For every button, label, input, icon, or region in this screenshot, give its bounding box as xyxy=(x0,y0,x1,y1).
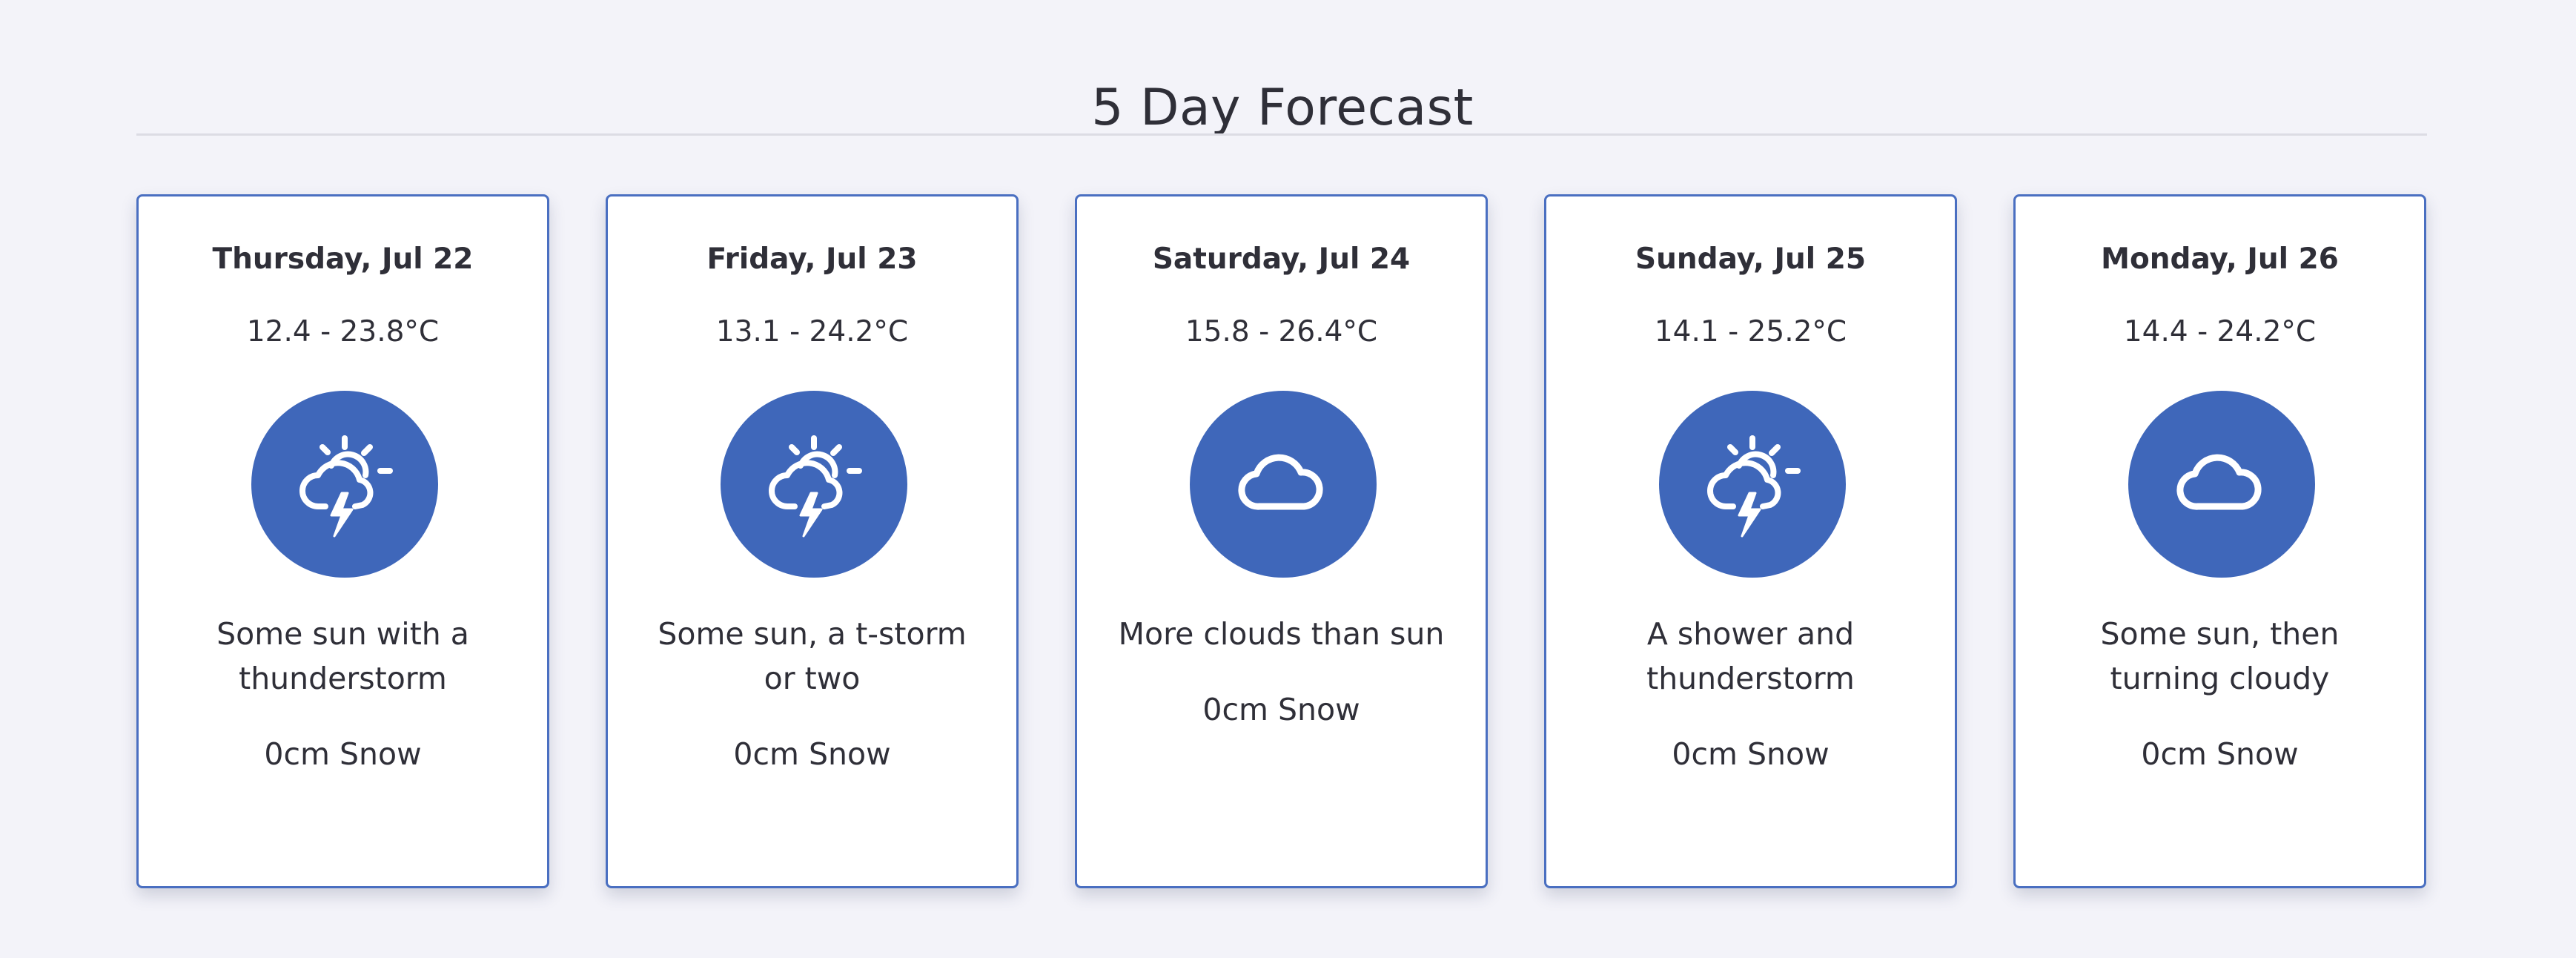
card-description: Some sun with a thunderstorm xyxy=(216,616,469,696)
forecast-card-thursday: Thursday, Jul 22 12.4 - 23.8°C Some sun … xyxy=(136,194,549,888)
thunderstorm-sun-icon xyxy=(721,391,907,578)
card-date: Saturday, Jul 24 xyxy=(1152,242,1411,276)
card-date: Friday, Jul 23 xyxy=(706,242,918,276)
cloud-icon xyxy=(1190,391,1377,578)
card-snow: 0cm Snow xyxy=(733,736,891,772)
forecast-cards: Thursday, Jul 22 12.4 - 23.8°C Some sun … xyxy=(136,194,2428,890)
card-temperature: 15.8 - 26.4°C xyxy=(1185,315,1378,348)
card-date: Monday, Jul 26 xyxy=(2101,242,2339,276)
thunderstorm-sun-icon xyxy=(1659,391,1846,578)
forecast-card-sunday: Sunday, Jul 25 14.1 - 25.2°C A shower an… xyxy=(1544,194,1957,888)
cloud-icon xyxy=(2128,391,2315,578)
card-snow: 0cm Snow xyxy=(1672,736,1830,772)
forecast-card-friday: Friday, Jul 23 13.1 - 24.2°C Some sun, a… xyxy=(606,194,1019,888)
card-description: Some sun, a t-storm or two xyxy=(658,616,967,696)
card-temperature: 12.4 - 23.8°C xyxy=(246,315,440,348)
forecast-card-monday: Monday, Jul 26 14.4 - 24.2°C Some sun, t… xyxy=(2013,194,2426,888)
card-temperature: 14.1 - 25.2°C xyxy=(1654,315,1847,348)
title-divider xyxy=(136,133,2427,136)
card-description: A shower and thunderstorm xyxy=(1646,616,1855,696)
card-description: More clouds than sun xyxy=(1118,616,1445,652)
card-date: Thursday, Jul 22 xyxy=(212,242,474,276)
card-temperature: 13.1 - 24.2°C xyxy=(715,315,909,348)
card-temperature: 14.4 - 24.2°C xyxy=(2123,315,2317,348)
thunderstorm-sun-icon xyxy=(251,391,438,578)
card-description: Some sun, then turning cloudy xyxy=(2100,616,2340,696)
forecast-card-saturday: Saturday, Jul 24 15.8 - 26.4°C More clou… xyxy=(1075,194,1488,888)
card-snow: 0cm Snow xyxy=(264,736,422,772)
card-date: Sunday, Jul 25 xyxy=(1635,242,1866,276)
card-snow: 0cm Snow xyxy=(2141,736,2299,772)
card-snow: 0cm Snow xyxy=(1202,692,1360,727)
